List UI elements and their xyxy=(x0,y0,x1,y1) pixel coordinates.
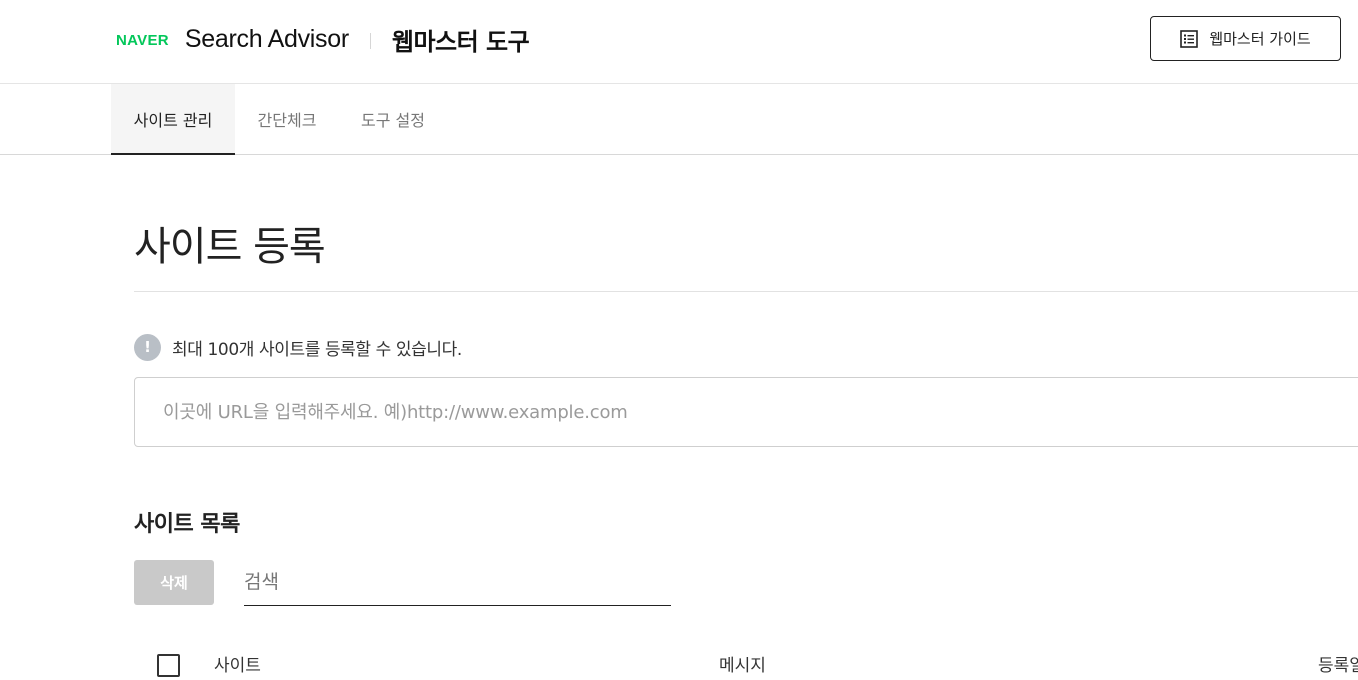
webmaster-guide-button[interactable]: 웹마스터 가이드 xyxy=(1150,16,1341,61)
brand-divider xyxy=(369,32,371,49)
page-title: 사이트 등록 xyxy=(134,224,326,270)
tab-tool-settings[interactable]: 도구 설정 xyxy=(345,84,441,154)
title-divider xyxy=(134,291,1358,292)
guide-button-label: 웹마스터 가이드 xyxy=(1209,30,1311,48)
top-header: NAVER Search Advisor 웹마스터 도구 웹마스터 가이드 xyxy=(0,0,1358,84)
list-icon xyxy=(1180,29,1199,48)
select-all-checkbox[interactable] xyxy=(157,654,180,677)
search-input[interactable] xyxy=(244,560,671,604)
search-field xyxy=(244,560,671,606)
info-icon: ! xyxy=(134,333,161,361)
site-list-title: 사이트 목록 xyxy=(134,512,240,537)
column-header-message[interactable]: 메시지 xyxy=(719,651,766,676)
naver-logo[interactable]: NAVER xyxy=(116,32,169,49)
column-header-registered-date[interactable]: 등록일 xyxy=(1318,651,1358,676)
tool-title[interactable]: 웹마스터 도구 xyxy=(392,22,530,57)
notice-text: 최대 100개 사이트를 등록할 수 있습니다. xyxy=(172,339,462,360)
brand: NAVER Search Advisor 웹마스터 도구 xyxy=(116,22,530,57)
tab-site-management[interactable]: 사이트 관리 xyxy=(111,84,235,155)
site-url-input[interactable] xyxy=(134,377,1358,447)
product-name[interactable]: Search Advisor xyxy=(185,25,349,54)
site-table-header: 사이트 메시지 등록일 xyxy=(0,640,1358,680)
main-tabs: 사이트 관리 간단체크 도구 설정 xyxy=(0,84,1358,155)
tab-simple-check[interactable]: 간단체크 xyxy=(241,84,333,154)
column-header-site[interactable]: 사이트 xyxy=(214,651,261,676)
delete-button[interactable]: 삭제 xyxy=(134,560,214,605)
notice: ! 최대 100개 사이트를 등록할 수 있습니다. xyxy=(134,333,462,361)
